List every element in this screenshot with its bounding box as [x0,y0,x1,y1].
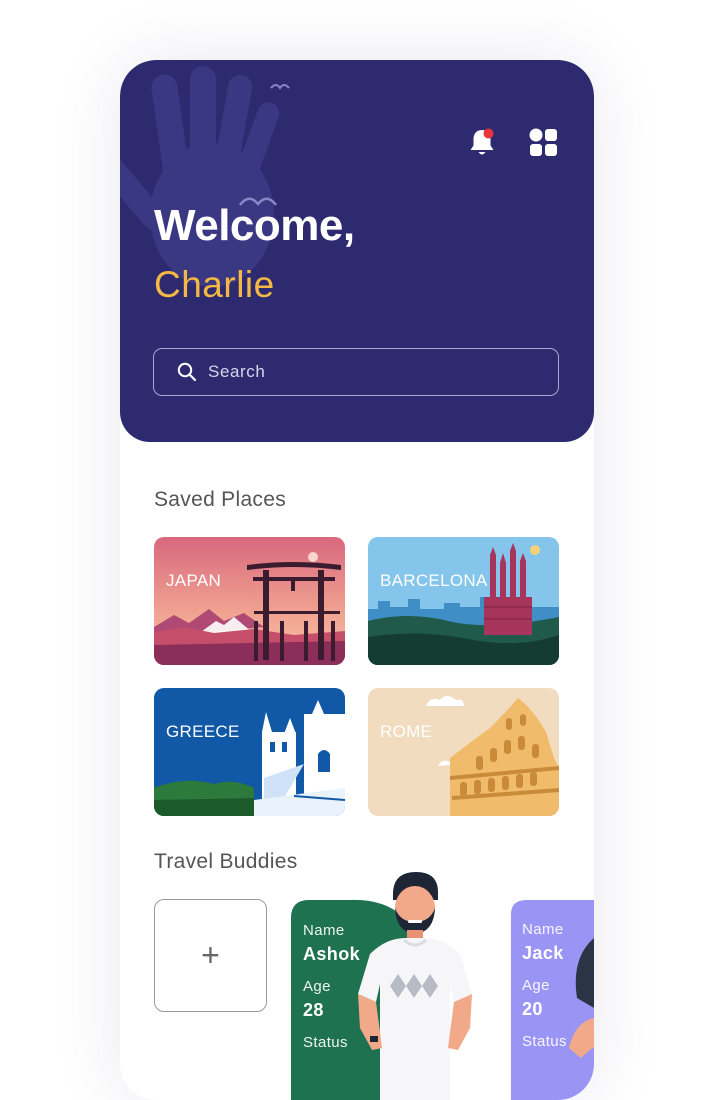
ashok-avatar [358,872,472,1100]
notifications-button[interactable] [465,126,499,160]
place-card-rome[interactable]: ROME [368,688,559,816]
buddy-name-label: Name [522,921,564,938]
notification-dot [483,128,494,139]
grid-menu-icon [529,128,557,156]
place-card-greece[interactable]: GREECE [154,688,345,816]
buddy-status-label: Status [522,1033,567,1050]
saved-places-title: Saved Places [154,488,287,511]
buddy-name: Jack [522,943,564,963]
search-placeholder: Search [208,362,266,381]
buddy-card-jack[interactable]: Name Jack Age 20 Status [511,898,594,1100]
bird-icon [270,84,290,90]
search-input[interactable]: Search [153,348,559,396]
place-label: JAPAN [166,571,222,590]
place-label: BARCELONA [380,571,488,590]
place-card-japan[interactable]: JAPAN [154,537,345,665]
buddy-age: 20 [522,999,543,1019]
add-buddy-button[interactable]: + [154,899,267,1012]
search-icon [177,362,197,382]
greece-illustration [154,688,345,816]
rome-illustration [368,688,559,816]
buddy-age: 28 [303,1000,324,1020]
welcome-heading: Welcome, [154,201,355,250]
buddy-age-label: Age [303,978,331,995]
buddy-name-label: Name [303,922,345,939]
menu-button[interactable] [527,126,561,160]
place-card-barcelona[interactable]: BARCELONA [368,537,559,665]
welcome-header: Welcome, Charlie Search [120,60,594,442]
buddy-age-label: Age [522,977,550,994]
travel-buddies-title: Travel Buddies [154,850,298,873]
app-screen: Welcome, Charlie Search Saved Places JAP… [120,60,594,1100]
bell-icon [470,128,494,155]
place-label: GREECE [166,722,240,741]
user-name: Charlie [154,264,275,305]
japan-illustration [154,537,345,665]
plus-icon: + [201,937,220,973]
buddy-card-ashok[interactable]: Name Ashok Age 28 Status [291,868,491,1100]
barcelona-illustration [368,537,559,665]
place-label: ROME [380,722,433,741]
buddy-status-label: Status [303,1034,348,1051]
